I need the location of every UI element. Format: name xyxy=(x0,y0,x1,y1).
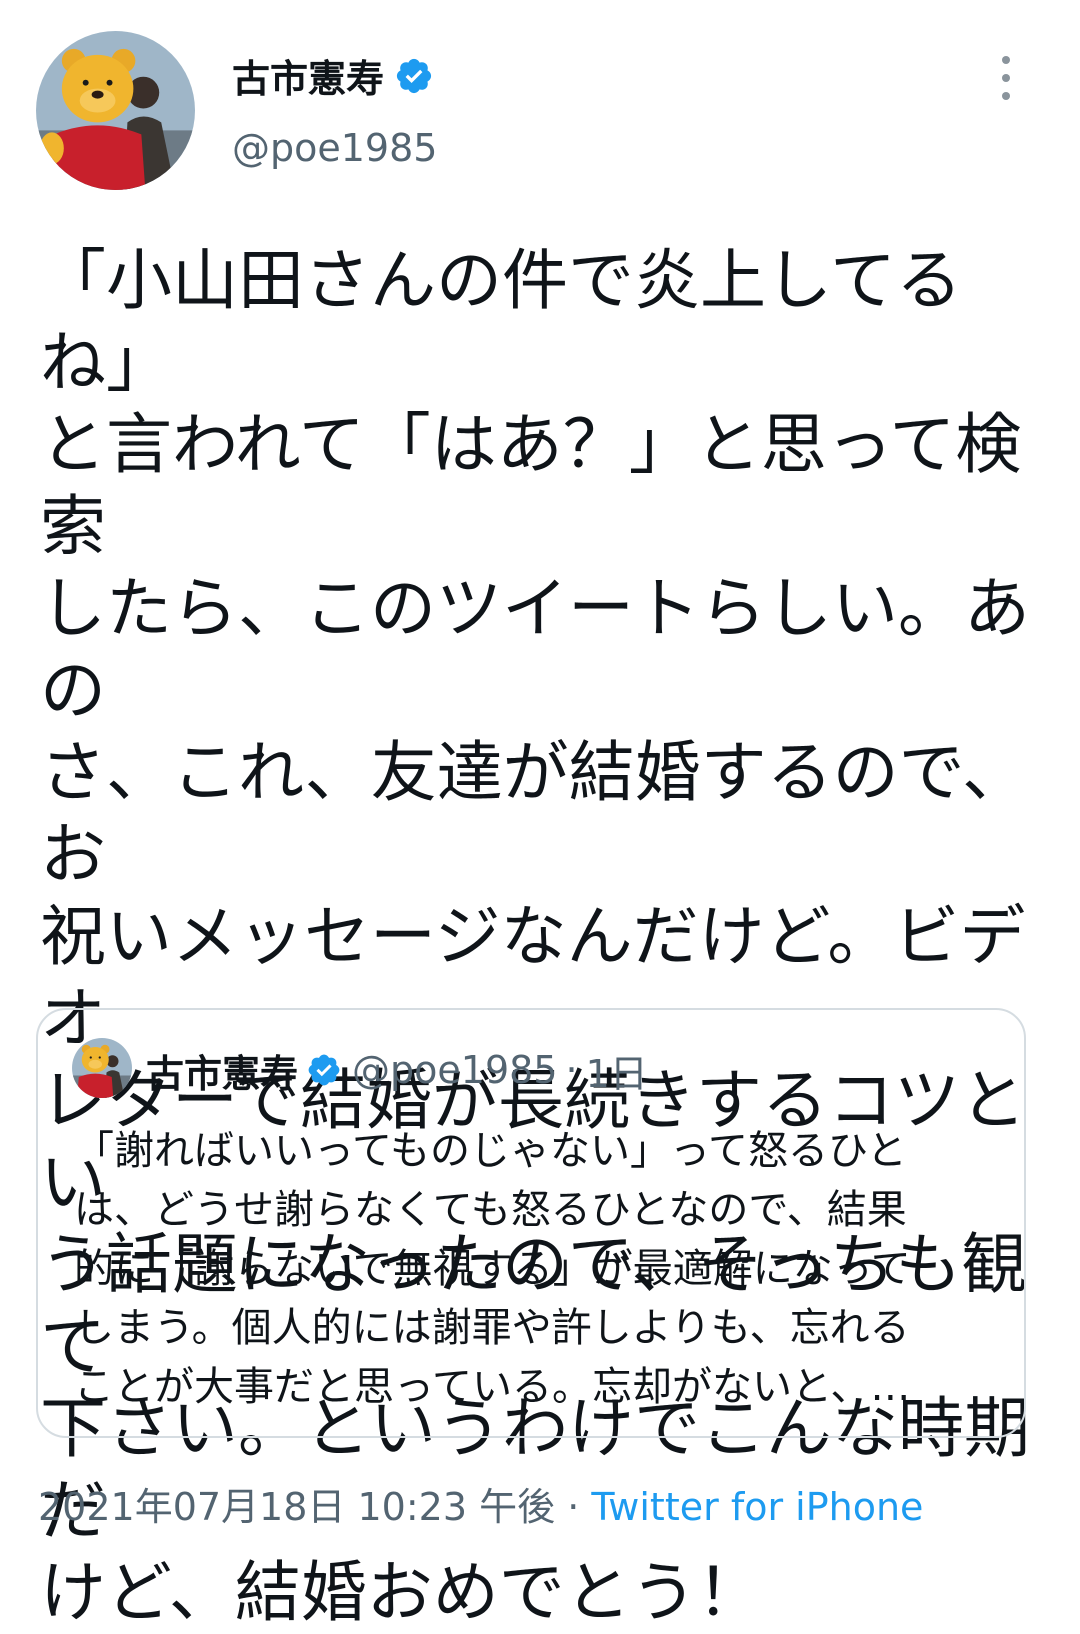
quoted-text-line: しまう。個人的には謝罪や許しよりも、忘れる xyxy=(74,1305,910,1351)
tweet-text-line: けど、結婚おめでとう！ xyxy=(40,1554,763,1631)
author-avatar[interactable] xyxy=(36,31,195,190)
quoted-header: 古市憲寿 @poe1985 · 1日 xyxy=(146,1040,648,1100)
verified-badge-icon xyxy=(308,1054,340,1086)
author-name-row: 古市憲寿 xyxy=(232,48,434,103)
quoted-age: 1日 xyxy=(585,1051,648,1096)
quoted-display-name: 古市憲寿 xyxy=(146,1051,299,1096)
footer-separator: · xyxy=(567,1485,580,1529)
author-display-name[interactable]: 古市憲寿 xyxy=(232,48,384,103)
avatar-image xyxy=(72,1038,132,1098)
tweet-detail: 古市憲寿 @poe1985 「小山田さんの件で炎上してるね」 と言われて「はあ？」… xyxy=(0,0,1080,1631)
quoted-text: 「謝ればいいってものじゃない」って怒るひと は、どうせ謝らなくても怒るひとなので、… xyxy=(74,1122,1004,1417)
more-options-icon[interactable] xyxy=(992,56,1020,100)
tweet-footer: 2021年07月18日 10:23 午後 · Twitter for iPhon… xyxy=(38,1476,923,1531)
tweet-text-line: と言われて「はあ？」と思って検索 xyxy=(40,406,1022,565)
quoted-separator: · xyxy=(565,1048,578,1092)
quoted-text-line: 「謝ればいいってものじゃない」って怒るひと xyxy=(74,1128,907,1174)
more-dot xyxy=(1002,74,1010,82)
avatar-image xyxy=(36,31,195,190)
more-dot xyxy=(1002,56,1010,64)
tweet-text-line: 「小山田さんの件で炎上してるね」 xyxy=(40,242,963,401)
tweet-text-line: さ、これ、友達が結婚するので、お xyxy=(40,734,1029,893)
quoted-text-line: ことが大事だと思っている。忘却がないと、… xyxy=(74,1364,911,1410)
author-handle[interactable]: @poe1985 xyxy=(232,126,437,170)
quoted-text-line: 的に「謝らないで無視する」が最適解になって xyxy=(74,1246,911,1292)
quoted-text-line: は、どうせ謝らなくても怒るひとなので、結果 xyxy=(74,1187,907,1233)
tweet-source-link[interactable]: Twitter for iPhone xyxy=(591,1485,923,1529)
tweet-text-line: したら、このツイートらしい。あの xyxy=(40,570,1030,729)
quoted-handle: @poe1985 xyxy=(352,1048,558,1092)
quoted-author-avatar xyxy=(72,1038,132,1098)
more-dot xyxy=(1002,92,1010,100)
verified-badge-icon xyxy=(396,58,432,93)
tweet-timestamp[interactable]: 2021年07月18日 10:23 午後 xyxy=(38,1485,555,1529)
quoted-tweet-card[interactable]: 古市憲寿 @poe1985 · 1日 「謝ればいいってものじゃない」って怒るひと… xyxy=(36,1008,1026,1438)
